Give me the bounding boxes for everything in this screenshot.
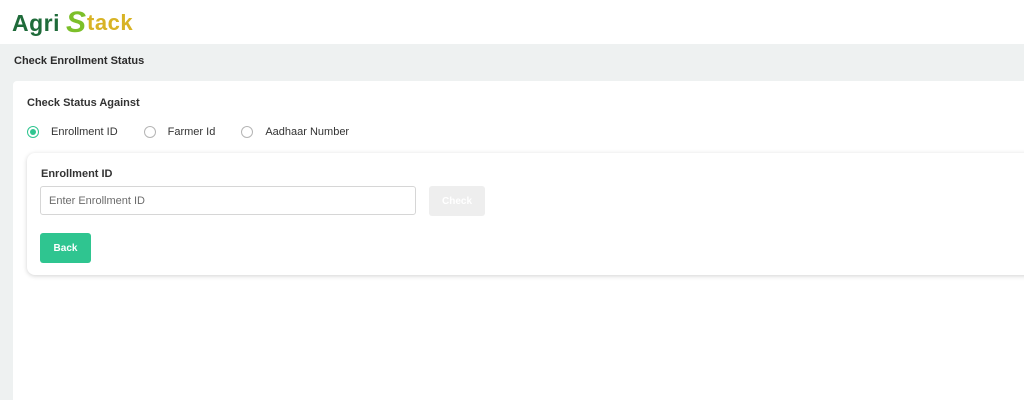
radio-label-farmer-id: Farmer Id: [167, 126, 216, 138]
app-root: Agri S tack Check Enrollment Status Chec…: [0, 0, 1024, 400]
radio-unselected-icon[interactable]: [241, 126, 254, 138]
radio-label-enrollment-id: Enrollment ID: [51, 126, 118, 138]
check-button[interactable]: Check: [429, 186, 485, 216]
radio-option-farmer-id[interactable]: Farmer Id: [143, 126, 216, 138]
radio-label-aadhaar-number: Aadhaar Number: [265, 126, 350, 138]
check-status-against-label: Check Status Against: [27, 97, 140, 109]
logo-text-stack: tack: [87, 10, 134, 35]
logo-text-s: S: [66, 6, 87, 39]
radio-option-aadhaar-number[interactable]: Aadhaar Number: [241, 126, 349, 138]
logo-text-agri: Agri: [12, 9, 60, 36]
back-button[interactable]: Back: [40, 233, 91, 263]
agristack-logo[interactable]: Agri S tack: [12, 6, 133, 40]
enrollment-id-input[interactable]: [40, 186, 416, 215]
status-type-radio-group: Enrollment ID Farmer Id Aadhaar Number: [27, 124, 349, 140]
page-title: Check Enrollment Status: [14, 55, 145, 67]
radio-option-enrollment-id[interactable]: Enrollment ID: [27, 126, 118, 138]
enrollment-id-label: Enrollment ID: [41, 168, 113, 180]
top-header: Agri S tack: [0, 0, 1024, 44]
radio-selected-icon[interactable]: [27, 126, 39, 138]
radio-unselected-icon[interactable]: [143, 126, 156, 138]
